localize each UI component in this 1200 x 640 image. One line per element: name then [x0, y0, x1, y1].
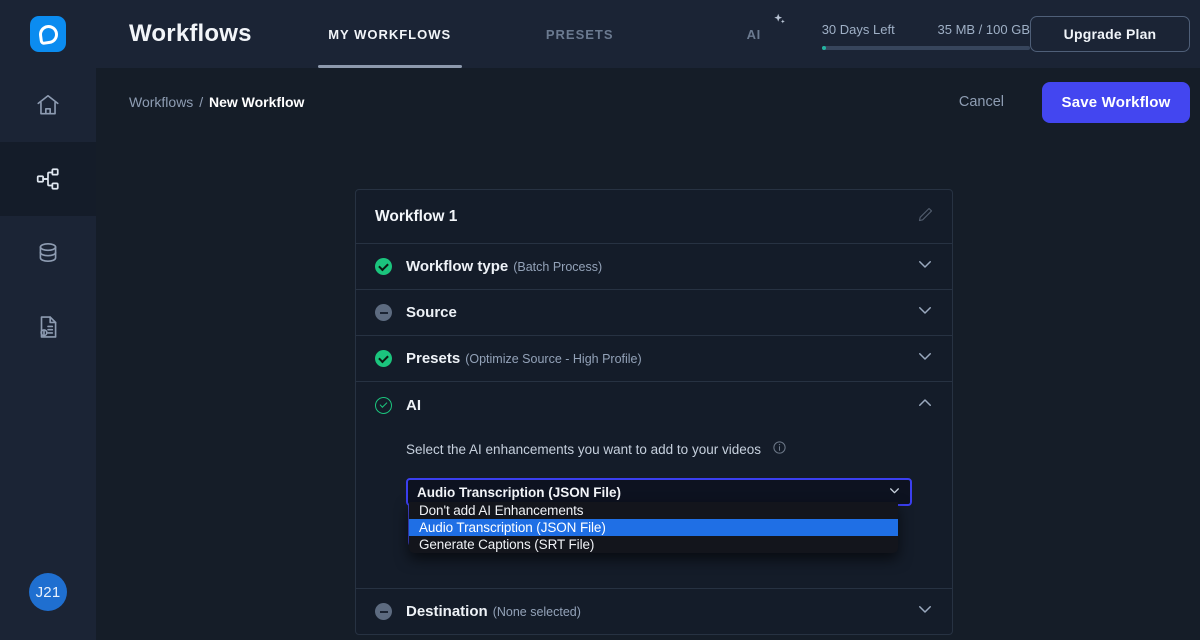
ai-panel: Select the AI enhancements you want to a…: [356, 428, 952, 588]
option-generate-captions[interactable]: Generate Captions (SRT File): [409, 536, 898, 553]
days-left-label: 30 Days Left: [822, 22, 895, 37]
ai-panel-description: Select the AI enhancements you want to a…: [406, 442, 761, 457]
sidebar-item-storage[interactable]: [0, 216, 96, 290]
tab-my-workflows[interactable]: MY WORKFLOWS: [318, 0, 462, 68]
storage-progress-bar: [822, 46, 1030, 50]
chevron-down-icon[interactable]: [916, 301, 934, 324]
section-presets-label: Presets: [406, 350, 460, 367]
page-title: Workflows: [96, 0, 252, 68]
section-destination-value: (None selected): [493, 605, 581, 619]
ai-enhancement-selected-value: Audio Transcription (JSON File): [417, 485, 621, 500]
home-icon: [35, 92, 61, 118]
plan-meter: 30 Days Left 35 MB / 100 GB: [822, 0, 1030, 68]
ai-enhancement-options-list: Don't add AI Enhancements Audio Transcri…: [409, 502, 898, 553]
tab-ai[interactable]: AI: [714, 0, 794, 68]
ai-panel-description-row: Select the AI enhancements you want to a…: [375, 428, 933, 478]
avatar[interactable]: J21: [29, 573, 67, 611]
section-source[interactable]: Source: [356, 290, 952, 336]
status-incomplete-icon: [375, 304, 392, 321]
save-workflow-button[interactable]: Save Workflow: [1042, 82, 1190, 123]
option-no-ai-enhancements[interactable]: Don't add AI Enhancements: [409, 502, 898, 519]
section-ai-label: AI: [406, 397, 421, 414]
database-icon: [35, 240, 61, 266]
section-source-label: Source: [406, 304, 457, 321]
plan-meter-labels: 30 Days Left 35 MB / 100 GB: [822, 22, 1030, 37]
sidebar-item-workflows[interactable]: [0, 142, 96, 216]
pencil-icon[interactable]: [917, 206, 934, 228]
sub-header: Workflows / New Workflow Cancel Save Wor…: [96, 68, 1200, 136]
sidebar: J21: [0, 0, 96, 640]
section-workflow-type[interactable]: Workflow type (Batch Process): [356, 244, 952, 290]
workflow-card: Workflow 1 Workflow type (Batch Process)…: [355, 189, 953, 635]
workflow-card-header: Workflow 1: [356, 190, 952, 244]
breadcrumb-separator: /: [199, 94, 203, 110]
header-actions: Cancel Save Workflow: [959, 82, 1200, 123]
section-presets-value: (Optimize Source - High Profile): [465, 352, 641, 366]
section-ai[interactable]: AI: [356, 382, 952, 428]
top-bar: Workflows MY WORKFLOWS PRESETS AI 30: [96, 0, 1200, 68]
section-destination-label: Destination: [406, 603, 488, 620]
tab-presets[interactable]: PRESETS: [508, 0, 652, 68]
info-icon[interactable]: [772, 440, 787, 458]
tab-my-workflows-label: MY WORKFLOWS: [328, 27, 451, 42]
chevron-down-icon[interactable]: [916, 600, 934, 623]
breadcrumb-root[interactable]: Workflows: [129, 94, 193, 110]
cancel-button[interactable]: Cancel: [959, 94, 1004, 110]
storage-usage-label: 35 MB / 100 GB: [938, 22, 1031, 37]
workflow-name: Workflow 1: [375, 208, 457, 226]
status-complete-icon: [375, 258, 392, 275]
section-workflow-type-value: (Batch Process): [513, 260, 602, 274]
option-audio-transcription[interactable]: Audio Transcription (JSON File): [409, 519, 898, 536]
chevron-down-icon[interactable]: [916, 255, 934, 278]
tab-bar: MY WORKFLOWS PRESETS AI: [318, 0, 794, 68]
section-presets[interactable]: Presets (Optimize Source - High Profile): [356, 336, 952, 382]
chevron-up-icon[interactable]: [916, 394, 934, 417]
storage-progress-fill: [822, 46, 826, 50]
sidebar-item-billing[interactable]: [0, 290, 96, 364]
invoice-document-icon: [35, 314, 61, 340]
status-incomplete-icon: [375, 603, 392, 620]
app-logo-icon: [30, 16, 66, 52]
breadcrumb: Workflows / New Workflow: [96, 94, 304, 110]
app-root: J21 Workflows MY WORKFLOWS PRESETS AI: [0, 0, 1200, 640]
app-logo[interactable]: [0, 0, 96, 68]
tab-ai-label: AI: [747, 27, 761, 42]
status-complete-icon: [375, 350, 392, 367]
workflow-share-icon: [35, 166, 61, 192]
status-ring-check-icon: [375, 397, 392, 414]
breadcrumb-current: New Workflow: [209, 94, 304, 110]
logo-glyph: [37, 23, 58, 44]
upgrade-plan-area: Upgrade Plan: [1030, 0, 1200, 68]
sidebar-item-home[interactable]: [0, 68, 96, 142]
chevron-down-icon: [888, 484, 901, 500]
ai-enhancement-select-area: Audio Transcription (JSON File) Don't ad…: [406, 478, 912, 558]
tab-presets-label: PRESETS: [546, 27, 614, 42]
upgrade-plan-button[interactable]: Upgrade Plan: [1030, 16, 1190, 52]
sparkles-icon: [769, 12, 786, 32]
chevron-down-icon[interactable]: [916, 347, 934, 370]
section-destination[interactable]: Destination (None selected): [356, 588, 952, 634]
section-workflow-type-label: Workflow type: [406, 258, 508, 275]
